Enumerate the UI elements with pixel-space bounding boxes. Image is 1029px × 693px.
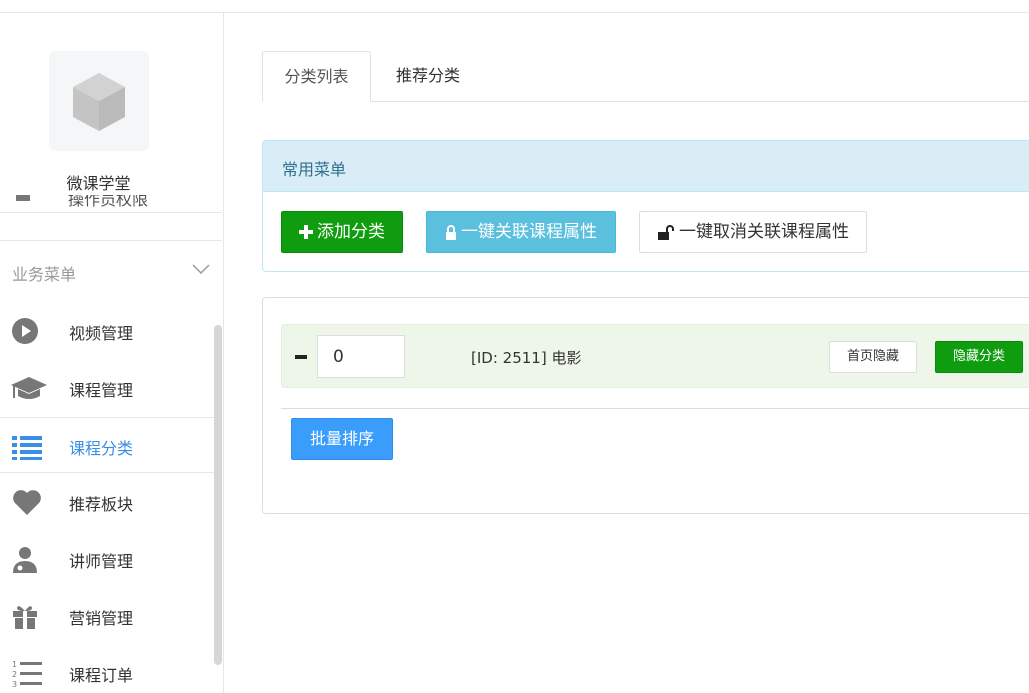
gift-icon (13, 606, 37, 629)
category-list-panel: [ID: 2511] 电影 首页隐藏 隐藏分类 批量排序 (262, 297, 1029, 514)
group-title: 业务菜单 (12, 265, 77, 284)
sidebar-item-marketing[interactable]: 营销管理 (0, 588, 222, 644)
sidebar-group-business[interactable]: 业务菜单 (0, 240, 222, 302)
sidebar-scrollbar[interactable] (214, 325, 222, 665)
sidebar-item-teacher[interactable]: 讲师管理 (0, 531, 222, 587)
svg-text:2: 2 (12, 670, 17, 679)
user-md-icon (13, 547, 37, 573)
link-course-attr-label: 一键关联课程属性 (461, 222, 597, 242)
sidebar: 微课学堂 操作员权限 业务菜单 视频管理 课程管理 课程分类 推荐板块 讲师管理… (0, 13, 224, 693)
main-content: 分类列表 推荐分类 常用菜单 添加分类 一键关联课程属性 一键取消关联课程属性 (224, 13, 1029, 693)
unlink-course-attr-button[interactable]: 一键取消关联课程属性 (639, 211, 867, 253)
site-name: 微课学堂 (66, 174, 131, 193)
divider (281, 408, 1029, 409)
common-menu-panel: 常用菜单 添加分类 一键关联课程属性 一键取消关联课程属性 (262, 140, 1029, 272)
list-icon (12, 436, 42, 460)
plus-icon (299, 225, 313, 239)
sidebar-item-partial[interactable]: 操作员权限 (0, 195, 222, 213)
sidebar-item-label: 营销管理 (69, 609, 134, 628)
batch-sort-button[interactable]: 批量排序 (291, 418, 393, 460)
svg-text:3: 3 (12, 680, 17, 687)
sidebar-item-category[interactable]: 课程分类 (0, 417, 222, 473)
panel-heading: 常用菜单 (263, 141, 1029, 192)
add-category-button[interactable]: 添加分类 (281, 211, 403, 253)
category-row: [ID: 2511] 电影 首页隐藏 隐藏分类 (281, 324, 1029, 388)
tab-recommend-category[interactable]: 推荐分类 (380, 51, 476, 102)
heart-icon (13, 490, 41, 515)
ordered-list-icon: 1 2 3 (12, 660, 42, 687)
link-course-attr-button[interactable]: 一键关联课程属性 (426, 211, 616, 253)
site-logo (49, 51, 149, 151)
hide-category-button[interactable]: 隐藏分类 (935, 341, 1023, 373)
tab-bar: 分类列表 推荐分类 (262, 51, 1029, 102)
sidebar-item-label: 推荐板块 (69, 495, 134, 514)
chevron-down-icon (192, 264, 210, 275)
sidebar-item-label: 视频管理 (69, 324, 134, 343)
category-name: [ID: 2511] 电影 (471, 349, 582, 367)
sort-order-input[interactable] (317, 335, 405, 378)
sidebar-item-label: 课程订单 (69, 666, 134, 685)
lock-icon (446, 224, 456, 240)
top-bar (0, 0, 1029, 13)
sidebar-item-orders[interactable]: 1 2 3 课程订单 (0, 645, 222, 693)
sidebar-item-label: 课程管理 (69, 381, 134, 400)
unlink-course-attr-label: 一键取消关联课程属性 (679, 222, 849, 242)
sidebar-item-label: 讲师管理 (69, 552, 134, 571)
graduation-cap-icon (11, 377, 47, 399)
tab-category-list[interactable]: 分类列表 (262, 51, 371, 102)
collapse-icon[interactable] (295, 355, 307, 359)
svg-text:1: 1 (12, 660, 17, 669)
home-hide-button[interactable]: 首页隐藏 (829, 341, 917, 373)
unlock-icon (658, 224, 674, 240)
sidebar-item-video[interactable]: 视频管理 (0, 303, 222, 359)
sidebar-item-course[interactable]: 课程管理 (0, 360, 222, 416)
sidebar-item-label: 课程分类 (69, 439, 134, 458)
panel-title: 常用菜单 (282, 160, 347, 179)
edit-icon (16, 195, 30, 201)
sidebar-item-recommend[interactable]: 推荐板块 (0, 474, 222, 530)
sidebar-item-label: 操作员权限 (68, 195, 149, 209)
play-circle-icon (12, 318, 38, 344)
cube-icon (73, 73, 125, 131)
add-category-label: 添加分类 (317, 222, 385, 242)
